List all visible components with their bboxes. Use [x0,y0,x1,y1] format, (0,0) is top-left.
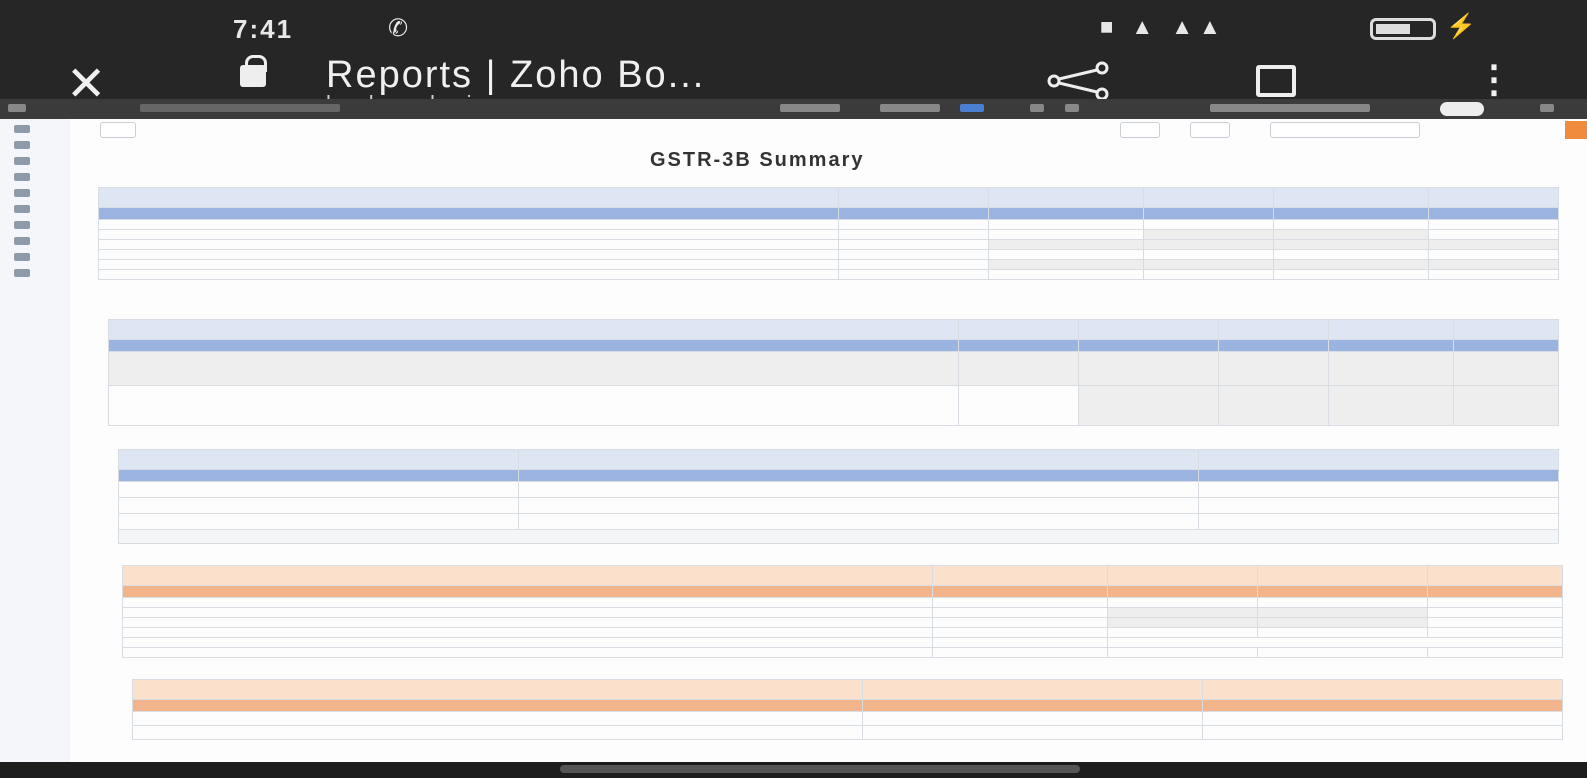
table-row[interactable] [98,249,1559,260]
sidebar-icon[interactable] [14,157,30,165]
table-row[interactable] [98,239,1559,250]
table-row[interactable] [98,229,1559,240]
share-icon[interactable] [1040,61,1116,101]
call-icon: ✆ [388,15,409,42]
table-row[interactable] [98,219,1559,230]
sidebar-icon[interactable] [14,189,30,197]
sidebar-icon[interactable] [14,173,30,181]
table-row[interactable] [98,269,1559,280]
sidebar [0,119,70,778]
toolbar-item[interactable] [1030,104,1044,112]
table-row[interactable] [122,607,1563,618]
column-header [1428,187,1559,208]
export-button[interactable] [1120,122,1160,138]
charging-icon: ⚡ [1446,13,1476,40]
eco-supplies-table [108,319,1559,426]
sidebar-icon[interactable] [14,269,30,277]
column-header [1107,565,1258,586]
report-basis-dropdown[interactable] [1270,122,1420,138]
org-switcher[interactable] [1210,104,1370,112]
table-row[interactable] [118,513,1559,530]
sidebar-icon[interactable] [14,253,30,261]
table-row[interactable] [132,711,1563,726]
print-button[interactable] [1190,122,1230,138]
sidebar-icon[interactable] [14,221,30,229]
table-row[interactable] [122,597,1563,608]
search-bar[interactable] [140,104,340,112]
table-row[interactable] [108,385,1559,426]
column-header [1202,679,1563,700]
table-row[interactable] [122,637,1563,648]
apps-icon[interactable] [1540,104,1554,112]
column-header [1273,187,1429,208]
customize-button[interactable] [1565,121,1587,139]
date-range-dropdown[interactable] [200,122,400,138]
column-header [1218,319,1329,340]
column-header [838,187,989,208]
table-row[interactable] [122,647,1563,658]
column-header [132,679,863,700]
battery-icon [1370,18,1436,40]
column-header [1257,565,1428,586]
lock-icon [240,55,267,87]
table-row[interactable] [118,481,1559,498]
report-title: GSTR-3B Summary [650,149,865,171]
table-row[interactable] [98,259,1559,270]
table-row[interactable] [132,725,1563,740]
sidebar-icon[interactable] [14,205,30,213]
column-header [122,565,933,586]
report-page: GSTR-3B Summary [70,119,1587,762]
sidebar-icon[interactable] [14,237,30,245]
sidebar-icon[interactable] [14,125,30,133]
column-header [108,319,959,340]
toolbar-badge[interactable] [960,104,984,112]
table-row[interactable] [122,627,1563,638]
signal-icons: ■ ▲ ▲▲ [1100,14,1227,39]
eligible-itc-table [122,565,1563,658]
column-header [1078,319,1219,340]
column-header [1453,319,1559,340]
column-header [932,565,1108,586]
tabs-icon[interactable] [1256,65,1296,97]
column-header [1328,319,1454,340]
outward-supplies-table [98,187,1559,280]
exempt-supplies-table [132,679,1563,740]
column-header [118,449,519,470]
status-bar: 7:41 ✆ ■ ▲ ▲▲ ⚡ [0,0,1587,55]
more-menu-icon[interactable]: ⋮ [1475,55,1513,105]
scroll-handle[interactable] [560,765,1080,773]
table-row[interactable] [122,617,1563,628]
settings-icon[interactable] [1065,104,1079,112]
status-time: 7:41 [233,14,294,44]
column-header [958,319,1079,340]
avatar[interactable] [1440,102,1484,116]
sidebar-icon[interactable] [14,141,30,149]
toolbar-item[interactable] [880,104,940,112]
menu-icon[interactable] [8,104,26,112]
app-toolbar [0,99,1587,119]
table-row[interactable] [118,497,1559,514]
toolbar-item[interactable] [780,104,840,112]
column-header [1143,187,1274,208]
column-header [1198,449,1559,470]
table-note-row [118,529,1559,544]
column-header [518,449,1199,470]
interstate-supplies-table [118,449,1559,544]
column-header [98,187,839,208]
column-header [862,679,1203,700]
page-title: Reports | Zoho Bo... [326,54,706,96]
table-row[interactable] [108,351,1559,386]
back-button[interactable] [100,122,136,138]
column-header [988,187,1144,208]
navigation-bar [0,762,1587,778]
report-toolbar [70,119,1587,141]
column-header [1427,565,1563,586]
